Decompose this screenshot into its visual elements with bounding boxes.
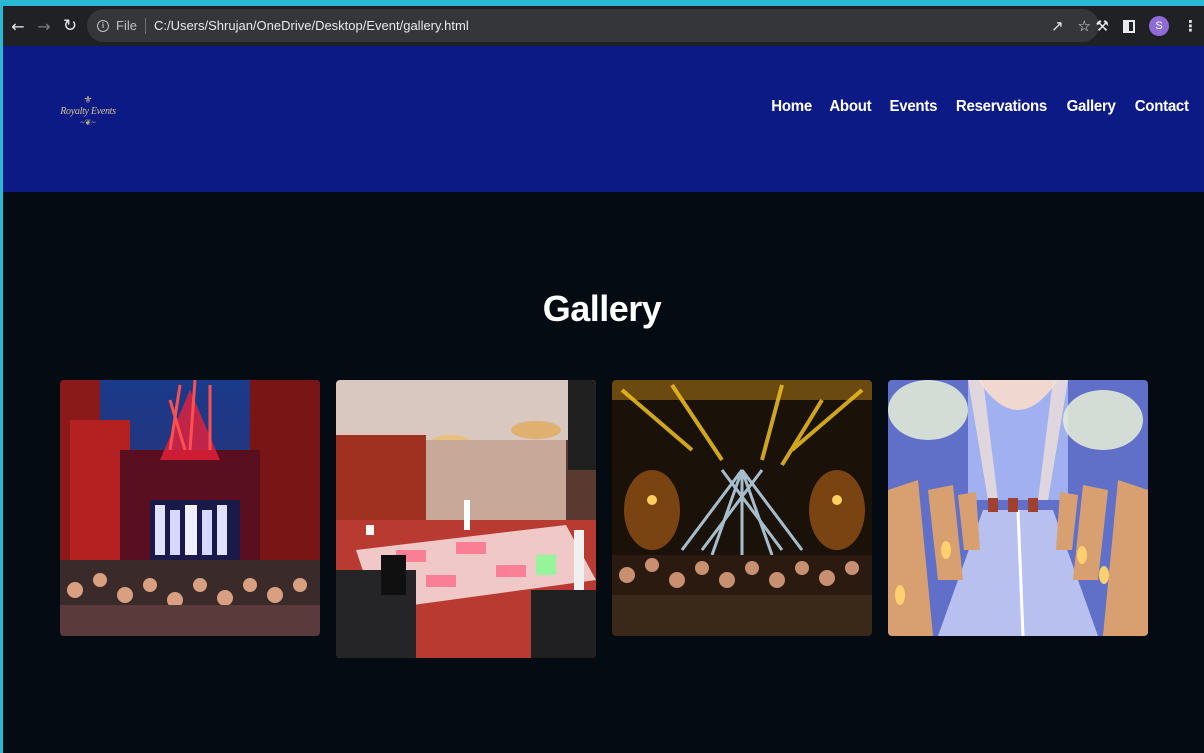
side-panel-icon[interactable]: [1123, 19, 1135, 33]
screen: ← → ↻ i File C:/Users/Shrujan/OneDrive/D…: [0, 0, 1204, 753]
reload-icon: ↻: [62, 16, 78, 36]
forward-button[interactable]: →: [31, 13, 57, 39]
gallery-image-2[interactable]: [336, 380, 596, 658]
logo-flourish: ~❦~: [80, 118, 96, 127]
site-logo[interactable]: ⚜ Royalty Events ~❦~: [58, 96, 118, 138]
share-icon[interactable]: ↗: [1051, 17, 1064, 35]
arrow-left-icon: ←: [11, 16, 25, 36]
banquet-hall-image: [336, 380, 596, 658]
back-button[interactable]: ←: [5, 13, 31, 39]
reload-button[interactable]: ↻: [57, 13, 83, 39]
more-menu-icon[interactable]: ⋮: [1183, 17, 1198, 35]
nav-contact[interactable]: Contact: [1134, 98, 1188, 116]
nav-gallery[interactable]: Gallery: [1067, 98, 1116, 116]
nav-about[interactable]: About: [829, 98, 871, 116]
stage-lights-concert-image: [612, 380, 872, 636]
nav-home[interactable]: Home: [771, 98, 812, 116]
address-separator: [144, 17, 146, 34]
logo-wordmark: Royalty Events: [60, 106, 116, 117]
nav-events[interactable]: Events: [889, 98, 937, 116]
browser-toolbar: ← → ↻ i File C:/Users/Shrujan/OneDrive/D…: [3, 6, 1204, 46]
extensions-icon[interactable]: ⚒: [1096, 17, 1109, 35]
gallery-title: Gallery: [542, 288, 662, 329]
main-nav: Home About Events Reservations Gallery C…: [770, 98, 1190, 116]
wedding-aisle-image: [888, 380, 1148, 636]
scheme-label: File: [116, 18, 137, 33]
gallery-image-1[interactable]: [60, 380, 320, 636]
address-bar[interactable]: i File C:/Users/Shrujan/OneDrive/Desktop…: [87, 9, 1099, 42]
info-icon[interactable]: i: [97, 19, 109, 32]
crown-icon: ⚜: [83, 95, 93, 106]
nav-reservations[interactable]: Reservations: [956, 98, 1047, 116]
profile-avatar[interactable]: S: [1149, 16, 1169, 36]
gallery-image-3[interactable]: [612, 380, 872, 636]
arrow-right-icon: →: [37, 16, 51, 36]
star-icon[interactable]: ☆: [1078, 17, 1091, 35]
site-header: ⚜ Royalty Events ~❦~ Home About Events R…: [3, 46, 1204, 192]
url-text[interactable]: C:/Users/Shrujan/OneDrive/Desktop/Event/…: [154, 18, 469, 33]
gallery-image-4[interactable]: [888, 380, 1148, 636]
concert-fireworks-image: [60, 380, 320, 636]
